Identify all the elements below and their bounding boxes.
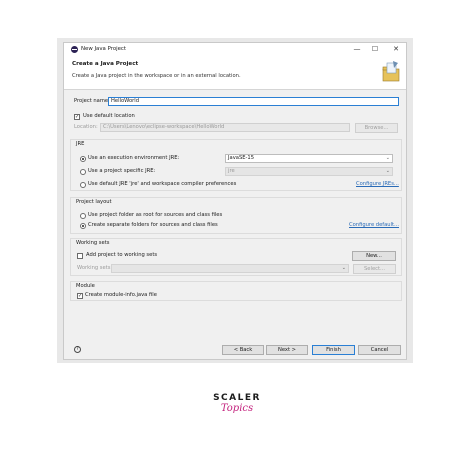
new-java-project-dialog: New Java Project — ☐ ✕ Create a Java Pro… bbox=[63, 42, 407, 360]
help-icon[interactable]: ? bbox=[74, 346, 81, 353]
maximize-button[interactable]: ☐ bbox=[368, 44, 382, 54]
separate-folders-label: Create separate folders for sources and … bbox=[88, 222, 218, 228]
project-specific-jre-value: jre bbox=[228, 168, 235, 174]
working-sets-group-title: Working sets bbox=[76, 240, 110, 246]
new-working-set-button[interactable]: New... bbox=[352, 251, 396, 261]
back-button[interactable]: < Back bbox=[222, 345, 264, 355]
create-module-info-checkbox[interactable]: ✓ bbox=[77, 293, 83, 299]
add-to-working-sets-label: Add project to working sets bbox=[86, 252, 158, 258]
checkmark-icon: ✓ bbox=[78, 293, 83, 299]
project-name-input[interactable]: HelloWorld bbox=[108, 97, 399, 106]
project-folder-root-radio[interactable] bbox=[80, 213, 86, 219]
use-default-location-label: Use default location bbox=[83, 113, 135, 119]
project-name-label: Project name: bbox=[74, 98, 110, 104]
project-specific-jre-radio[interactable] bbox=[80, 169, 86, 175]
working-sets-label: Working sets: bbox=[77, 265, 113, 271]
add-to-working-sets-checkbox[interactable] bbox=[77, 253, 83, 259]
create-module-info-label: Create module-info.java file bbox=[85, 292, 157, 298]
minimize-button[interactable]: — bbox=[350, 44, 364, 54]
chevron-down-icon: ⌄ bbox=[341, 265, 346, 271]
execution-environment-select[interactable]: JavaSE-15 ⌄ bbox=[225, 154, 393, 163]
scaler-topics-logo: SCALER Topics bbox=[205, 393, 269, 429]
execution-environment-label: Use an execution environment JRE: bbox=[88, 155, 180, 161]
logo-scaler-text: SCALER bbox=[213, 393, 261, 403]
module-group-title: Module bbox=[76, 283, 95, 289]
chevron-down-icon: ⌄ bbox=[385, 168, 390, 174]
checkmark-icon: ✓ bbox=[75, 114, 80, 120]
cancel-button[interactable]: Cancel bbox=[358, 345, 401, 355]
title-bar: New Java Project — ☐ ✕ bbox=[64, 43, 406, 56]
chevron-down-icon: ⌄ bbox=[385, 155, 390, 161]
finish-button[interactable]: Finish bbox=[312, 345, 355, 355]
project-specific-jre-label: Use a project specific JRE: bbox=[88, 168, 156, 174]
configure-default-link[interactable]: Configure default... bbox=[349, 222, 399, 229]
location-input[interactable]: C:\Users\Lenovo\eclipse-workspace\HelloW… bbox=[100, 123, 350, 132]
separate-folders-radio[interactable] bbox=[80, 223, 86, 229]
use-default-location-checkbox[interactable]: ✓ bbox=[74, 114, 80, 120]
wizard-description: Create a Java project in the workspace o… bbox=[72, 73, 241, 79]
browse-button[interactable]: Browse... bbox=[355, 123, 398, 133]
eclipse-icon bbox=[71, 46, 78, 53]
logo-topics-text: Topics bbox=[220, 403, 254, 414]
location-label: Location: bbox=[74, 124, 98, 130]
default-jre-radio[interactable] bbox=[80, 182, 86, 188]
project-specific-jre-select[interactable]: jre ⌄ bbox=[225, 167, 393, 176]
default-jre-label: Use default JRE 'jre' and workspace comp… bbox=[88, 181, 237, 187]
configure-jres-link[interactable]: Configure JREs... bbox=[356, 181, 399, 188]
working-sets-select[interactable]: ⌄ bbox=[111, 264, 349, 273]
next-button[interactable]: Next > bbox=[266, 345, 308, 355]
project-layout-group-title: Project layout bbox=[76, 199, 112, 205]
execution-environment-value: JavaSE-15 bbox=[228, 155, 255, 161]
wizard-title: Create a Java Project bbox=[72, 61, 139, 67]
project-folder-root-label: Use project folder as root for sources a… bbox=[88, 212, 223, 218]
execution-environment-radio[interactable] bbox=[80, 156, 86, 162]
close-button[interactable]: ✕ bbox=[389, 44, 403, 54]
window-title: New Java Project bbox=[81, 46, 127, 52]
folder-wizard-icon bbox=[382, 61, 400, 82]
select-working-sets-button[interactable]: Select... bbox=[353, 264, 396, 274]
jre-group-title: JRE bbox=[76, 141, 85, 147]
wizard-header: Create a Java Project Create a Java proj… bbox=[64, 56, 406, 90]
